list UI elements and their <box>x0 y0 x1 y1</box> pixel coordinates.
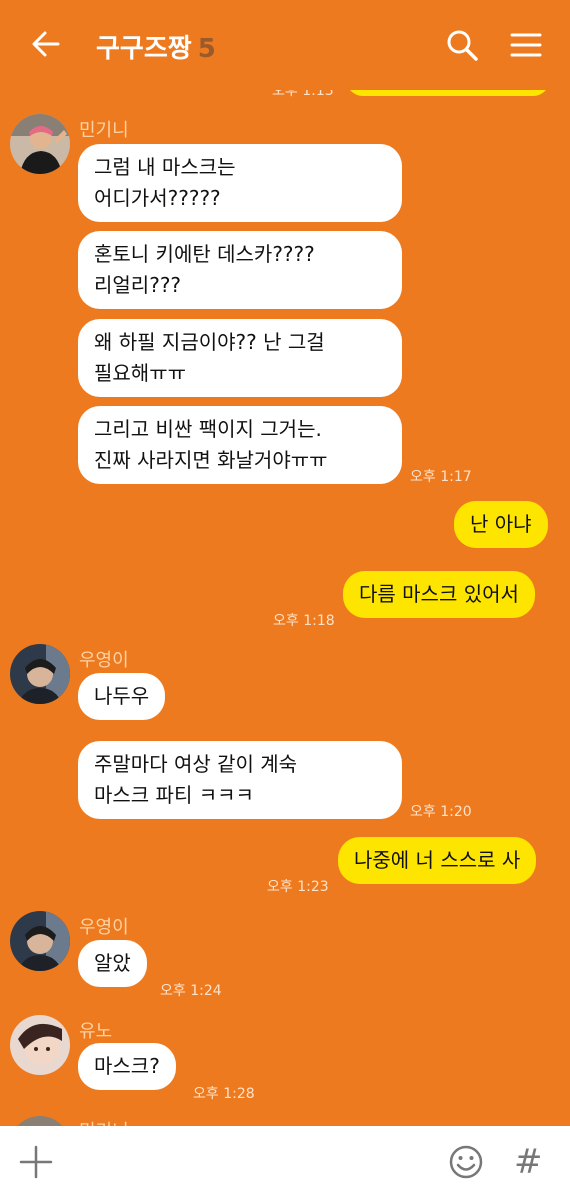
message-time: 오후 1:17 <box>410 469 472 485</box>
chat-title: 구구즈짱 5 <box>96 28 216 65</box>
chat-room-name: 구구즈짱 <box>96 34 192 64</box>
avatar[interactable] <box>10 1015 70 1075</box>
message-time: 오후 1:18 <box>273 613 335 629</box>
arrow-left-icon[interactable] <box>28 26 64 62</box>
avatar[interactable] <box>10 911 70 971</box>
message-bubble[interactable]: 주말마다 여상 같이 계숙 마스크 파티 ㅋㅋㅋ <box>78 741 402 819</box>
sender-name: 우영이 <box>79 650 129 671</box>
my-message-bubble[interactable]: 난 아냐 <box>454 501 548 548</box>
message-bubble[interactable]: 마스크? <box>78 1043 176 1090</box>
message-time: 오후 1:20 <box>410 804 472 820</box>
message-bubble[interactable]: 왜 하필 지금이야?? 난 그걸 필요해ㅠㅠ <box>78 319 402 397</box>
message-time: 오후 1:24 <box>160 983 222 999</box>
avatar[interactable] <box>10 644 70 704</box>
message-bubble[interactable]: 혼토니 키에탄 데스카???? 리얼리??? <box>78 231 402 309</box>
message-time: 오후 1:23 <box>267 879 329 895</box>
my-message-bubble[interactable]: 나중에 너 스스로 사 <box>338 837 537 884</box>
sender-name: 민기니 <box>79 1117 129 1126</box>
chat-area[interactable]: 오후 1:13 민기니 그럼 내 마스크는 어디가서????? 혼토니 키에탄 … <box>0 0 570 1126</box>
avatar[interactable] <box>10 114 70 174</box>
sender-name: 민기니 <box>79 120 129 141</box>
hamburger-menu-icon[interactable] <box>509 28 543 62</box>
message-bubble[interactable]: 알았 <box>78 940 147 987</box>
plus-icon[interactable] <box>18 1144 54 1180</box>
message-time: 오후 1:28 <box>193 1086 255 1102</box>
message-input-bar[interactable]: # <box>0 1126 570 1200</box>
my-message-bubble[interactable]: 다름 마스크 있어서 <box>343 571 535 618</box>
hashtag-icon[interactable]: # <box>514 1142 543 1182</box>
message-bubble[interactable]: 그리고 비싼 팩이지 그거는. 진짜 사라지면 화날거야ㅠㅠ <box>78 406 402 484</box>
message-bubble[interactable]: 나두우 <box>78 673 166 720</box>
emoji-icon[interactable] <box>448 1144 484 1180</box>
avatar[interactable] <box>10 1116 70 1126</box>
member-count: 5 <box>197 34 216 64</box>
message-bubble[interactable]: 그럼 내 마스크는 어디가서????? <box>78 144 402 222</box>
sender-name: 우영이 <box>79 917 129 938</box>
search-icon[interactable] <box>443 26 481 64</box>
sender-name: 유노 <box>79 1021 113 1042</box>
chat-header: 구구즈짱 5 <box>0 0 570 90</box>
